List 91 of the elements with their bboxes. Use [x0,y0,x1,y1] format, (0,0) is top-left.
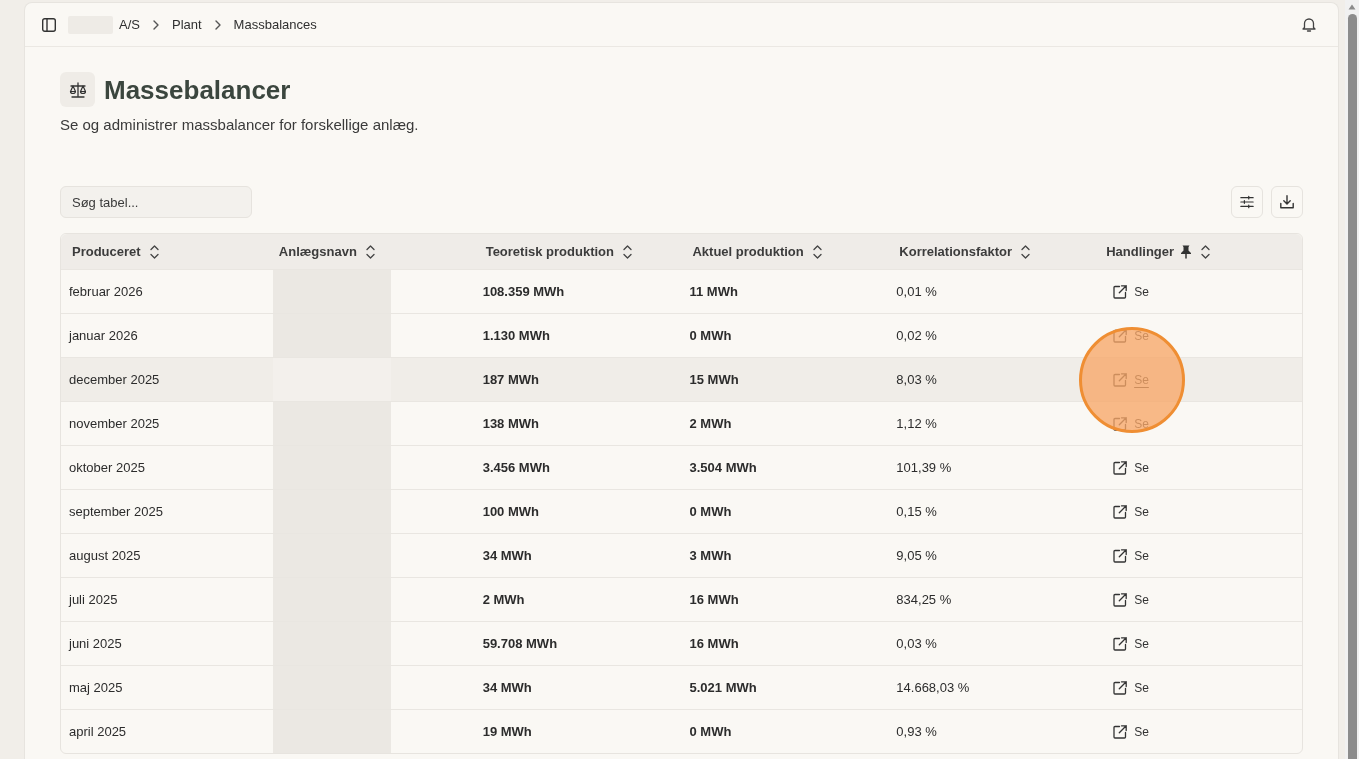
table-cell: 834,25 % [896,592,952,607]
search-field[interactable]: Søg tabel... [60,186,252,218]
external-link-icon [1113,592,1128,607]
table-cell: 3.504 MWh [689,460,757,475]
view-link[interactable]: Se [1113,460,1149,475]
table-cell: 16 MWh [689,636,739,651]
sort-icon[interactable] [1201,244,1211,259]
page-title: Massebalancer [104,73,291,106]
sort-icon[interactable] [149,244,159,259]
external-link-icon [1113,724,1128,739]
sliders-icon [1240,195,1254,209]
table-cell: 1.130 MWh [482,328,550,343]
external-link-icon [1113,460,1128,475]
sort-icon[interactable] [623,244,632,259]
table-cell: september 2025 [69,504,163,519]
scale-icon [60,72,95,107]
table-cell: 8,03 % [896,372,937,387]
table-cell: 5.021 MWh [689,680,757,695]
table-cell: 15 MWh [689,372,739,387]
sort-icon[interactable] [812,244,822,259]
column-header: Produceret [72,244,141,259]
table-cell: 187 MWh [482,372,539,387]
table-cell: november 2025 [69,416,160,431]
download-button[interactable] [1271,186,1303,218]
table-cell: 0,01 % [896,284,937,299]
table-cell: 16 MWh [689,592,739,607]
notifications-button[interactable] [1300,15,1318,34]
table-cell: 3.456 MWh [482,460,550,475]
table-cell: juli 2025 [69,592,118,607]
scrollbar-thumb[interactable] [1347,14,1357,759]
column-header: Teoretisk produktion [485,244,614,259]
view-link[interactable]: Se [1113,548,1149,563]
table-cell: 34 MWh [482,680,532,695]
table-cell: 0,02 % [896,328,937,343]
download-icon [1280,195,1294,209]
view-link[interactable]: Se [1113,724,1149,739]
table-cell: 108.359 MWh [482,284,565,299]
column-header: Handlinger [1106,244,1175,259]
view-link[interactable]: Se [1113,636,1149,651]
view-link[interactable]: Se [1113,592,1149,607]
sort-icon[interactable] [1021,244,1031,259]
breadcrumb-link[interactable]: A/S [119,17,140,32]
external-link-icon [1113,284,1128,299]
view-options-button[interactable] [1231,186,1263,218]
bell-icon [1302,17,1316,32]
view-link[interactable]: Se [1113,284,1149,299]
external-link-icon [1113,636,1128,651]
table-cell: 1,12 % [896,416,937,431]
table-cell: 138 MWh [482,416,539,431]
table-cell: april 2025 [69,724,127,739]
table-cell: 0 MWh [689,328,732,343]
breadcrumb-link[interactable]: Plant [171,17,202,32]
external-link-icon [1113,548,1128,563]
scroll-up-arrow-icon[interactable] [1348,4,1356,10]
external-link-icon [1113,504,1128,519]
table-cell: 9,05 % [896,548,937,563]
chevron-right-icon [152,19,159,30]
column-header: Aktuel produktion [692,244,804,259]
table-cell: 0,93 % [896,724,937,739]
table-cell: 3 MWh [689,548,732,563]
table-cell: oktober 2025 [69,460,145,475]
table-cell: februar 2026 [69,284,143,299]
view-link[interactable]: Se [1113,680,1149,695]
sidebar-toggle-button[interactable] [40,15,58,34]
table-cell: januar 2026 [69,328,138,343]
table-cell: 0 MWh [689,504,732,519]
table-cell: 0,15 % [896,504,937,519]
table-cell: 0 MWh [689,724,732,739]
table-cell: 14.668,03 % [896,680,970,695]
sort-icon[interactable] [365,244,375,259]
column-header: Anlægsnavn [278,244,357,259]
table-cell: 2 MWh [689,416,732,431]
table-cell: 59.708 MWh [482,636,558,651]
table-cell: juni 2025 [69,636,122,651]
table-cell: 2 MWh [482,592,525,607]
page-subtitle: Se og administrer massbalancer for forskellige anlæg. [60,115,419,135]
sidebar-icon [42,17,56,32]
table-cell: 100 MWh [482,504,539,519]
table-cell: 0,03 % [896,636,937,651]
table-cell: december 2025 [69,372,160,387]
table-cell: august 2025 [69,548,141,563]
table-cell: 11 MWh [689,284,738,299]
table-cell: 34 MWh [482,548,532,563]
external-link-icon [1113,680,1128,695]
table-cell: maj 2025 [69,680,123,695]
table-cell: 101,39 % [896,460,952,475]
chevron-right-icon [214,19,221,30]
breadcrumb-current: Massbalances [233,17,317,32]
view-link[interactable]: Se [1113,504,1149,519]
column-header: Korrelationsfaktor [899,244,1013,259]
table-cell: 19 MWh [482,724,532,739]
